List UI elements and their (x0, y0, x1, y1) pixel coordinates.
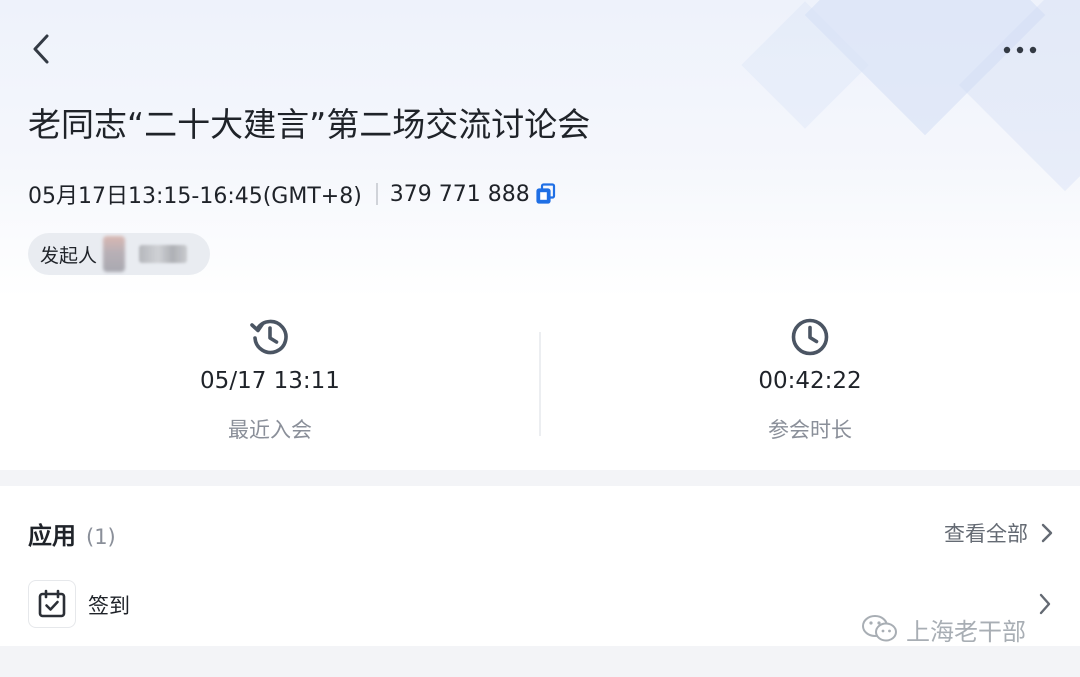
stat-value: 05/17 13:11 (200, 368, 340, 394)
stat-value: 00:42:22 (758, 368, 862, 394)
divider (375, 183, 378, 205)
view-all-label: 查看全部 (944, 522, 1028, 546)
more-dots-icon (1003, 46, 1037, 54)
apps-count: (1) (86, 525, 116, 549)
host-name-redacted (139, 245, 188, 263)
watermark: 上海老干部 (860, 612, 1026, 646)
apps-title: 应用 (28, 522, 76, 550)
stat-latest-join: 05/17 13:11 最近入会 (0, 298, 540, 470)
stat-duration: 00:42:22 参会时长 (540, 298, 1080, 470)
meeting-id: 379 771 888 (389, 181, 530, 207)
meeting-stats: 05/17 13:11 最近入会 00:42:22 参会时长 (0, 298, 1080, 470)
avatar (103, 236, 126, 272)
host-label: 发起人 (40, 244, 98, 267)
apps-header: 应用 (1) (28, 516, 116, 551)
calendar-check-icon (38, 589, 66, 618)
stat-label: 最近入会 (228, 418, 312, 442)
chevron-right-icon (1040, 522, 1054, 544)
more-options-button[interactable] (996, 34, 1044, 64)
meeting-title: 老同志“二十大建言”第二场交流讨论会 (28, 105, 591, 144)
view-all-button[interactable]: 查看全部 (944, 518, 1054, 548)
wechat-icon (862, 615, 897, 642)
meeting-time: 05月17日13:15-16:45(GMT+8) (28, 184, 362, 209)
meeting-header: 老同志“二十大建言”第二场交流讨论会 05月17日13:15-16:45(GMT… (0, 0, 1080, 298)
app-label: 签到 (88, 594, 130, 618)
chevron-left-icon (33, 34, 49, 64)
watermark-text: 上海老干部 (906, 617, 1026, 646)
history-clock-icon (250, 319, 288, 355)
stat-label: 参会时长 (768, 418, 852, 442)
host-chip[interactable]: 发起人 (28, 233, 210, 275)
back-button[interactable] (22, 28, 62, 72)
copy-icon[interactable] (536, 183, 556, 205)
app-icon-box (28, 580, 76, 628)
chevron-right-icon (1038, 592, 1052, 620)
meeting-info-row: 05月17日13:15-16:45(GMT+8) 379 771 888 (28, 178, 556, 210)
clock-icon (791, 318, 829, 356)
